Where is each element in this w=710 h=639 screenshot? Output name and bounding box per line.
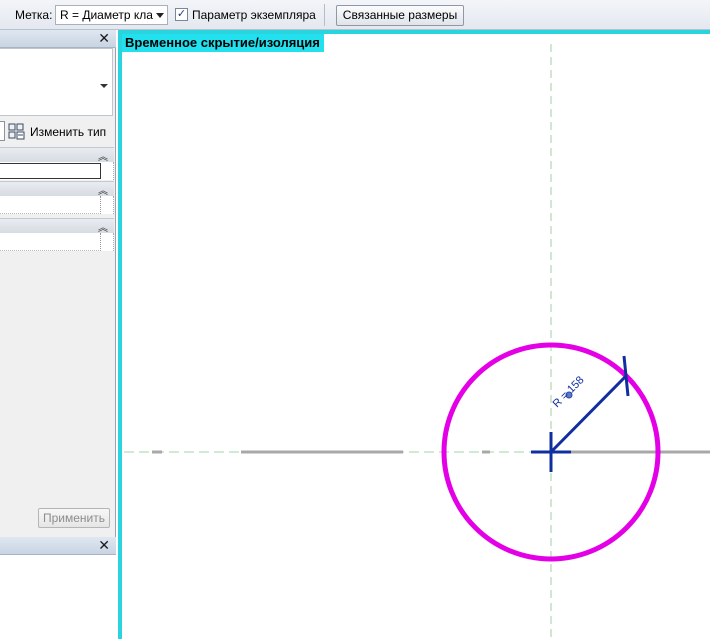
collapse-icon: ︽ xyxy=(98,152,108,163)
edit-type-icon[interactable] xyxy=(8,123,25,140)
property-value-field[interactable] xyxy=(0,163,101,179)
property-value-cell[interactable] xyxy=(0,233,101,251)
property-row[interactable] xyxy=(0,233,114,251)
toolbar-separator xyxy=(324,4,325,26)
edit-type-button[interactable]: Изменить тип xyxy=(30,125,106,139)
close-icon[interactable]: ✕ xyxy=(98,537,110,554)
property-group-header[interactable]: ︽ xyxy=(0,181,114,197)
label-dropdown-value: R = Диаметр кла xyxy=(60,8,153,22)
instance-parameter-checkbox[interactable]: ✓ xyxy=(175,8,188,21)
project-browser[interactable] xyxy=(0,555,116,639)
properties-palette: ✕ Изменить тип ︽ ︽ ︽ Применить ✕ xyxy=(0,30,116,639)
type-selector[interactable] xyxy=(0,48,113,116)
browser-title-bar: ✕ xyxy=(0,537,116,555)
label-dropdown[interactable]: R = Диаметр кла xyxy=(55,5,168,25)
chevron-down-icon xyxy=(156,13,164,18)
property-row[interactable] xyxy=(0,162,114,180)
chevron-down-icon xyxy=(100,84,108,88)
property-row[interactable] xyxy=(0,196,114,214)
instance-filter-box[interactable] xyxy=(0,121,5,141)
drawing-canvas[interactable] xyxy=(118,30,710,639)
temporary-isolation-banner: Временное скрытие/изоляция xyxy=(122,34,324,52)
collapse-icon: ︽ xyxy=(98,223,108,234)
instance-parameter-label: Параметр экземпляра xyxy=(192,8,316,22)
associated-dimensions-button[interactable]: Связанные размеры xyxy=(336,5,464,26)
properties-title-bar: ✕ xyxy=(0,30,116,48)
options-bar: Метка: R = Диаметр кла ✓ Параметр экземп… xyxy=(0,0,710,30)
property-group-header[interactable]: ︽ xyxy=(0,147,114,163)
label-caption: Метка: xyxy=(15,8,53,22)
property-value-cell[interactable] xyxy=(0,196,101,214)
property-group-header[interactable]: ︽ xyxy=(0,218,114,234)
close-icon[interactable]: ✕ xyxy=(98,30,110,47)
collapse-icon: ︽ xyxy=(98,186,108,197)
apply-button[interactable]: Применить xyxy=(38,508,110,528)
